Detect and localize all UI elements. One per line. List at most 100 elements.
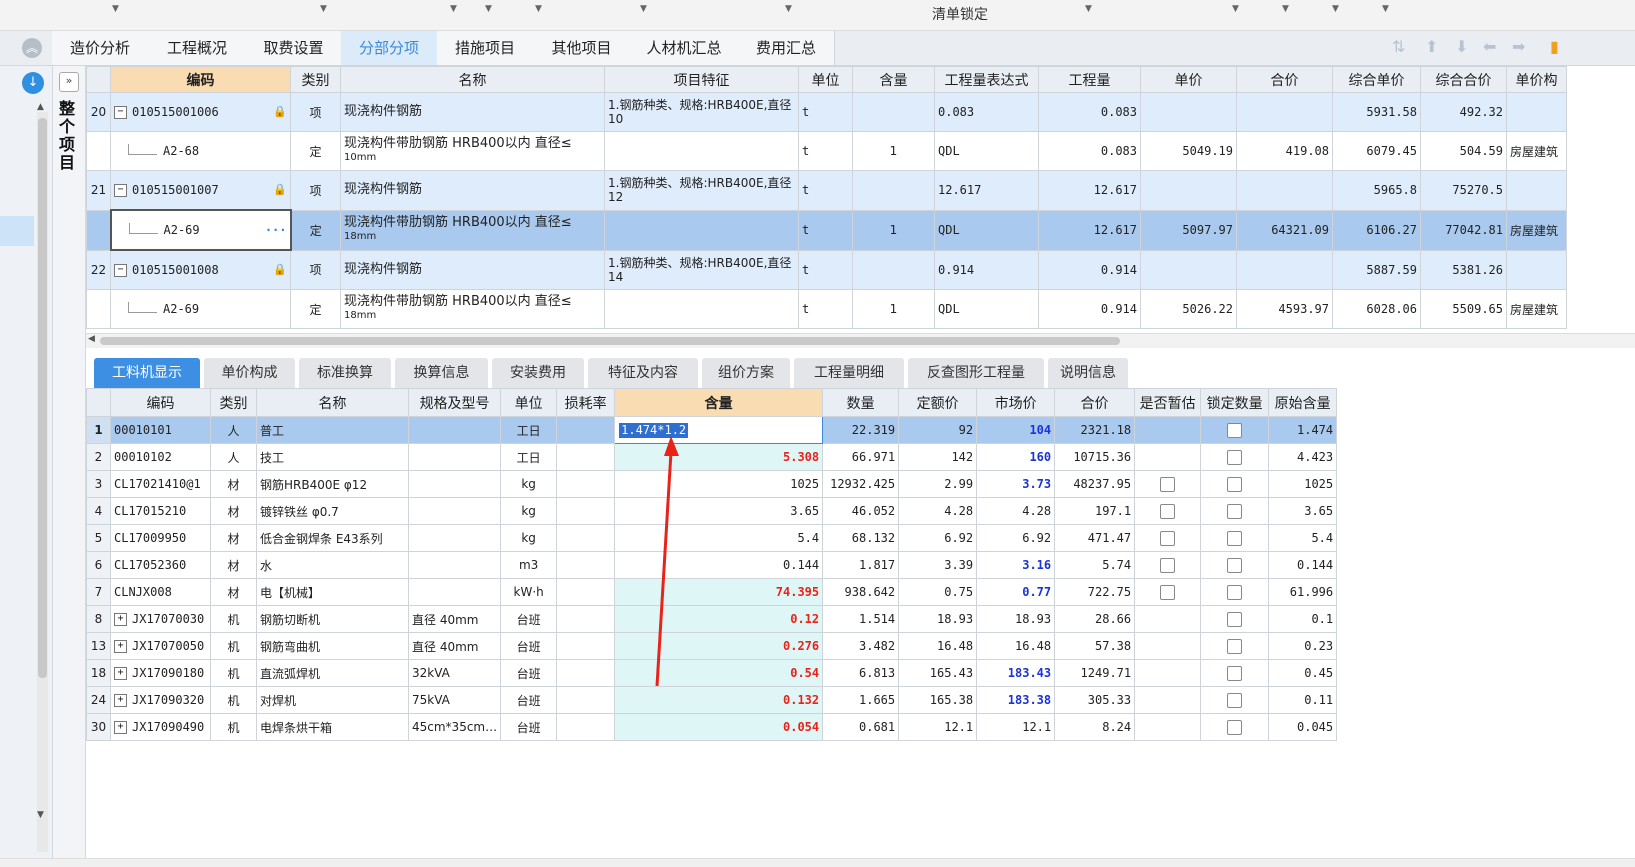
expand-icon[interactable]: +	[114, 613, 127, 626]
unit-cell[interactable]: t	[798, 209, 853, 251]
total-cell[interactable]: 77042.81	[1420, 209, 1507, 251]
content-cell[interactable]: 3.65	[614, 497, 824, 525]
column-header[interactable]: 含量	[852, 66, 935, 93]
dropdown-arrow-icon[interactable]: ▼	[785, 4, 792, 14]
price-cell[interactable]: 5049.19	[1140, 131, 1237, 171]
subtab-9[interactable]: 说明信息	[1048, 358, 1128, 388]
subtab-4[interactable]: 安装费用	[492, 358, 584, 388]
loss-cell[interactable]	[556, 524, 616, 552]
kind-cell[interactable]: 人	[210, 416, 257, 444]
feature-cell[interactable]	[604, 209, 799, 251]
code-cell[interactable]: 00010101	[110, 416, 211, 444]
code-cell[interactable]: −010515001008 🔒	[110, 249, 291, 290]
quota-price-cell[interactable]: 165.43	[898, 659, 978, 687]
lock-qty-cell[interactable]	[1200, 632, 1270, 660]
unit-cell[interactable]: 工日	[500, 416, 558, 444]
code-cell[interactable]: A2-68	[110, 131, 291, 171]
lock-qty-checkbox[interactable]	[1227, 422, 1243, 438]
qty-cell[interactable]: 0.083	[1038, 131, 1141, 171]
lock-qty-checkbox[interactable]	[1227, 449, 1243, 465]
market-price-cell[interactable]: 3.73	[976, 470, 1056, 498]
loss-cell[interactable]	[556, 605, 616, 633]
bill-row[interactable]: 21−010515001007 🔒 项现浇构件钢筋 1.钢筋种类、规格:HRB400E…	[86, 170, 1567, 211]
unit-cell[interactable]: 台班	[500, 659, 558, 687]
quota-row[interactable]: A2-68 定现浇构件带肋钢筋 HRB400以内 直径≤ 10mm t 1 QDL 0.08…	[86, 131, 1567, 171]
collapse-icon[interactable]: −	[114, 184, 127, 197]
original-content-cell[interactable]: 3.65	[1268, 497, 1338, 525]
column-header[interactable]: 合价	[1054, 388, 1136, 417]
sort-icon[interactable]: ⇅	[1392, 37, 1405, 56]
estimate-checkbox[interactable]	[1160, 584, 1176, 600]
tab-5[interactable]: 其他项目	[533, 31, 631, 65]
dropdown-arrow-icon[interactable]: ▼	[535, 4, 542, 14]
spec-cell[interactable]	[407, 551, 502, 579]
kind-cell[interactable]: 机	[210, 605, 257, 633]
expand-icon[interactable]: »	[59, 72, 79, 92]
resource-row[interactable]: 8 + JX17070030 机钢筋切断机 直径 40mm 台班 0.12 1.514 18.9…	[86, 605, 1338, 633]
subtab-2[interactable]: 标准换算	[299, 358, 391, 388]
subtab-8[interactable]: 反查图形工程量	[908, 358, 1044, 388]
qty-cell[interactable]: 3.482	[822, 632, 900, 660]
bill-row[interactable]: 20−010515001006 🔒 项现浇构件钢筋 1.钢筋种类、规格:HRB400E…	[86, 92, 1567, 132]
expr-cell[interactable]: 12.617	[934, 170, 1039, 211]
lock-qty-checkbox[interactable]	[1227, 638, 1243, 654]
column-header[interactable]: 类别	[210, 388, 257, 417]
unit-cell[interactable]: t	[798, 170, 853, 211]
loss-cell[interactable]	[556, 632, 616, 660]
estimate-checkbox[interactable]	[1160, 530, 1176, 546]
column-header[interactable]: 单位	[500, 388, 558, 417]
content-input[interactable]: 1.474*1.2	[614, 416, 824, 444]
qty-cell[interactable]: 1.817	[822, 551, 900, 579]
market-price-cell[interactable]: 18.93	[976, 605, 1056, 633]
total-cell[interactable]: 492.32	[1420, 92, 1507, 132]
code-cell[interactable]: CL17009950	[110, 524, 211, 552]
lock-qty-cell[interactable]	[1200, 659, 1270, 687]
dropdown-arrow-icon[interactable]: ▼	[485, 4, 492, 14]
quota-price-cell[interactable]: 0.75	[898, 578, 978, 606]
bill-lock-label[interactable]: 清单锁定	[932, 4, 988, 24]
market-price-cell[interactable]: 6.92	[976, 524, 1056, 552]
spec-cell[interactable]: 32kVA	[407, 659, 502, 687]
lock-qty-cell[interactable]	[1200, 524, 1270, 552]
dropdown-arrow-icon[interactable]: ▼	[1382, 4, 1389, 14]
code-cell[interactable]: −010515001007 🔒	[110, 170, 291, 211]
market-price-cell[interactable]: 160	[976, 443, 1056, 471]
column-header[interactable]: 工程量	[1038, 66, 1141, 93]
name-cell[interactable]: 现浇构件带肋钢筋 HRB400以内 直径≤ 18mm	[340, 209, 605, 251]
estimate-cell[interactable]	[1134, 443, 1202, 471]
amount-cell[interactable]: 197.1	[1054, 497, 1136, 525]
quota-price-cell[interactable]: 16.48	[898, 632, 978, 660]
original-content-cell[interactable]: 61.996	[1268, 578, 1338, 606]
original-content-cell[interactable]: 4.423	[1268, 443, 1338, 471]
total-cell[interactable]: 75270.5	[1420, 170, 1507, 211]
column-header[interactable]: 数量	[822, 388, 900, 417]
subtab-6[interactable]: 组价方案	[702, 358, 790, 388]
name-cell[interactable]: 水	[256, 551, 409, 579]
ratio-cell[interactable]: 1	[852, 289, 935, 329]
resource-row[interactable]: 2 00010102 人技工 工日 5.308 66.971 142 160 10715.36 4…	[86, 443, 1338, 471]
unit-cell[interactable]: 台班	[500, 713, 558, 741]
spec-cell[interactable]: 直径 40mm	[407, 605, 502, 633]
estimate-cell[interactable]	[1134, 605, 1202, 633]
subtab-0[interactable]: 工料机显示	[94, 358, 200, 388]
unit-cell[interactable]: kg	[500, 470, 558, 498]
total-cell[interactable]: 5381.26	[1420, 249, 1507, 290]
loss-cell[interactable]	[556, 578, 616, 606]
lock-qty-cell[interactable]	[1200, 605, 1270, 633]
scroll-down-icon[interactable]: ▼	[37, 810, 44, 820]
qty-cell[interactable]: 0.914	[1038, 249, 1141, 290]
qty-cell[interactable]: 938.642	[822, 578, 900, 606]
qty-cell[interactable]: 0.914	[1038, 289, 1141, 329]
code-cell[interactable]: + JX17090320	[110, 686, 211, 714]
estimate-checkbox[interactable]	[1160, 503, 1176, 519]
ratio-cell[interactable]	[852, 92, 935, 132]
column-header[interactable]: 单位	[798, 66, 853, 93]
amount-cell[interactable]: 8.24	[1054, 713, 1136, 741]
price-cell[interactable]: 5026.22	[1140, 289, 1237, 329]
estimate-cell[interactable]	[1134, 416, 1202, 444]
lock-qty-cell[interactable]	[1200, 497, 1270, 525]
resource-row[interactable]: 24 + JX17090320 机对焊机 75kVA 台班 0.132 1.665 165.38…	[86, 686, 1338, 714]
dropdown-arrow-icon[interactable]: ▼	[1085, 4, 1092, 14]
amount-cell[interactable]	[1236, 249, 1333, 290]
total-cell[interactable]: 5509.65	[1420, 289, 1507, 329]
